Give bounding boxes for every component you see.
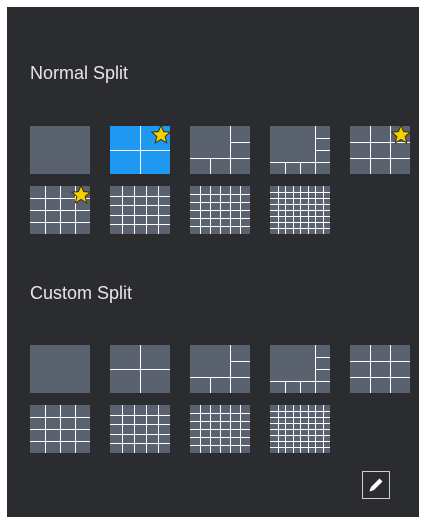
normal-layout-grid-25[interactable] [110,186,170,234]
grid-25-layout-icon [110,186,170,234]
pencil-icon [369,478,383,492]
custom-layout-quad[interactable] [110,345,170,393]
one-plus-seven-layout-icon [270,126,330,174]
grid-25-layout-icon [110,405,170,453]
normal-layout-one-plus-seven[interactable] [270,126,330,174]
custom-layout-grid-25[interactable] [110,405,170,453]
normal-layout-grid-9[interactable] [350,124,412,174]
single-layout-icon [30,345,90,393]
one-plus-seven-layout-icon [270,345,330,393]
custom-layout-grid-36[interactable] [190,405,250,453]
custom-layout-grid-64[interactable] [270,405,330,453]
one-plus-five-layout-icon [190,126,250,174]
favorite-star-icon [70,184,92,204]
single-layout-icon [30,126,90,174]
grid-64-layout-icon [270,186,330,234]
custom-layout-grid-9[interactable] [350,345,410,393]
grid-64-layout-icon [270,405,330,453]
custom-layout-one-plus-seven[interactable] [270,345,330,393]
grid-36-layout-icon [190,405,250,453]
normal-layout-grid-16[interactable] [30,184,92,234]
custom-layout-one-plus-five[interactable] [190,345,250,393]
quad-layout-icon [110,345,170,393]
normal-layout-quad[interactable] [110,124,172,174]
favorite-star-icon [390,124,412,144]
favorite-star-icon [150,124,172,144]
grid-9-layout-icon [350,345,410,393]
normal-layout-one-plus-five[interactable] [190,126,250,174]
custom-split-title: Custom Split [30,283,133,303]
normal-layout-grid-36[interactable] [190,186,250,234]
normal-split-title: Normal Split [30,63,129,83]
grid-16-layout-icon [30,405,90,453]
normal-layout-grid-64[interactable] [270,186,330,234]
custom-layout-grid-16[interactable] [30,405,90,453]
split-layout-panel: Normal Split Custom Split [7,7,419,517]
one-plus-five-layout-icon [190,345,250,393]
edit-button[interactable] [362,471,390,499]
grid-36-layout-icon [190,186,250,234]
normal-layout-single[interactable] [30,126,90,174]
custom-layout-single[interactable] [30,345,90,393]
